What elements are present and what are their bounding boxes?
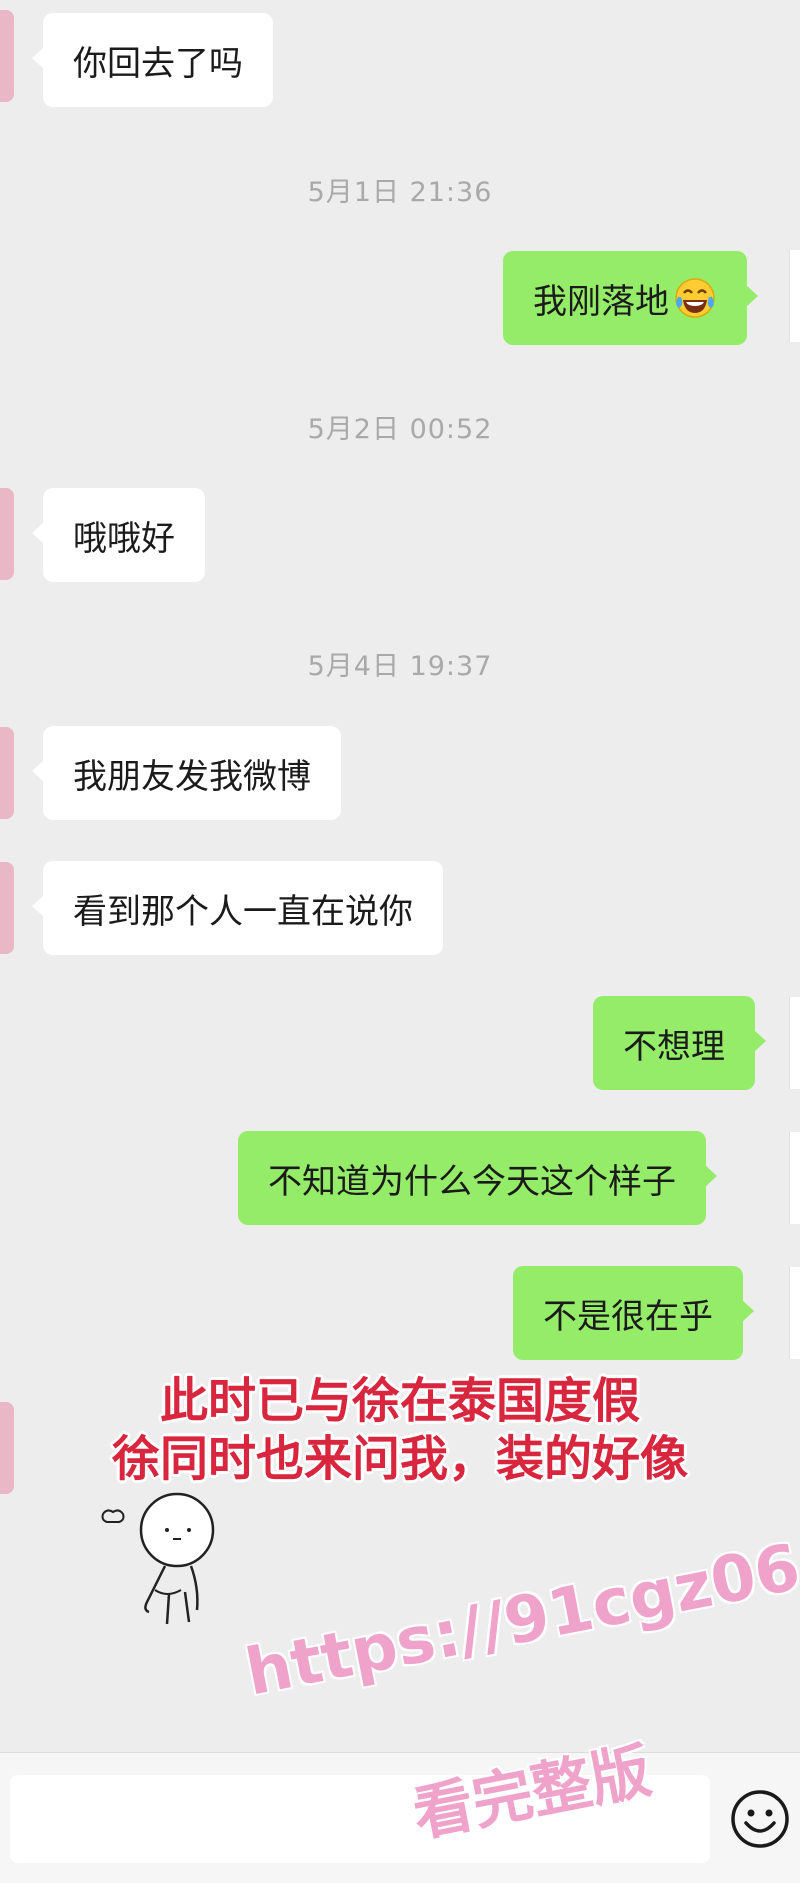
message-outgoing[interactable]: 不是很在乎 <box>513 1266 754 1360</box>
annotation-overlay: 此时已与徐在泰国度假 徐同时也来问我，装的好像 <box>0 1372 800 1488</box>
message-incoming[interactable]: 看到那个人一直在说你 <box>32 861 443 955</box>
message-text: 我朋友发我微博 <box>73 756 311 797</box>
message-incoming[interactable]: 哦哦好 <box>32 488 205 582</box>
message-text: 不想理 <box>623 1026 725 1067</box>
message-text: 不是很在乎 <box>543 1296 713 1337</box>
message-incoming[interactable]: 你回去了吗 <box>32 13 273 107</box>
message-input-bar <box>0 1752 800 1883</box>
contact-avatar[interactable] <box>0 862 14 954</box>
self-avatar[interactable] <box>789 1132 800 1224</box>
laughing-tears-emoji-icon <box>675 278 715 318</box>
message-incoming[interactable]: 我朋友发我微博 <box>32 726 341 820</box>
message-outgoing[interactable]: 不知道为什么今天这个样子 <box>238 1131 717 1225</box>
message-text: 你回去了吗 <box>73 43 243 84</box>
message-text: 我刚落地 <box>533 281 669 322</box>
message-outgoing[interactable]: 不想理 <box>593 996 766 1090</box>
message-text: 看到那个人一直在说你 <box>73 891 413 932</box>
chat-timestamp: 5月4日 19:37 <box>307 651 493 682</box>
contact-avatar[interactable] <box>0 10 14 102</box>
emoji-smile-icon[interactable] <box>728 1787 792 1851</box>
contact-avatar[interactable] <box>0 727 14 819</box>
chat-timestamp: 5月1日 21:36 <box>307 177 493 208</box>
self-avatar[interactable] <box>789 997 800 1089</box>
contact-avatar[interactable] <box>0 488 14 580</box>
message-text: 哦哦好 <box>73 518 175 559</box>
annotation-line-1: 此时已与徐在泰国度假 <box>159 1373 640 1429</box>
self-avatar[interactable] <box>789 1267 800 1359</box>
message-outgoing[interactable]: 我刚落地 <box>503 251 758 345</box>
self-avatar[interactable] <box>789 250 800 342</box>
annotation-line-2: 徐同时也来问我，装的好像 <box>111 1431 688 1487</box>
watermark-url: https://91cgz06.com <box>240 1497 800 1711</box>
stick-figure-doodle <box>101 1492 215 1625</box>
message-text: 不知道为什么今天这个样子 <box>268 1161 676 1202</box>
chat-timestamp: 5月2日 00:52 <box>307 414 493 445</box>
